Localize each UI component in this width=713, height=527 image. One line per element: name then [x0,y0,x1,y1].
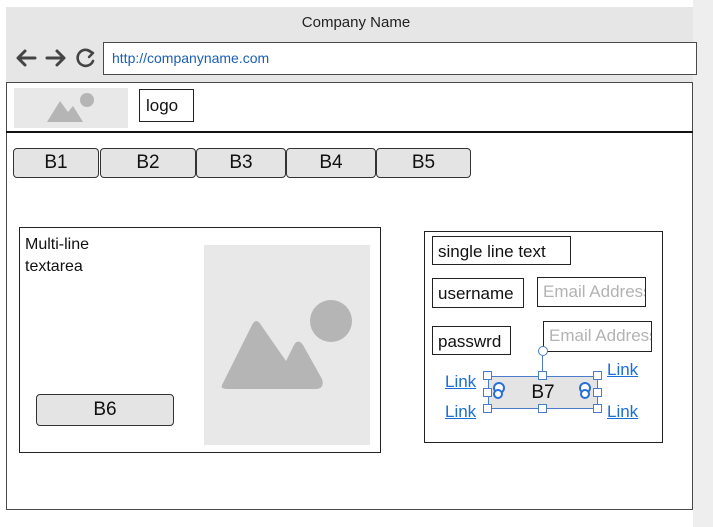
resize-handle-br[interactable] [593,404,602,413]
arrow-left-icon [16,49,37,67]
reload-icon [76,48,95,68]
tab-b1[interactable]: B1 [13,148,99,178]
logo: logo [139,89,194,122]
password-label: passwrd [432,326,511,355]
window-title: Company Name [301,14,411,31]
email-field[interactable]: Email Address [537,277,646,307]
reload-button[interactable] [75,47,97,69]
username-label: username [432,278,524,308]
image-placeholder-icon [221,300,352,389]
resize-handle-tc[interactable] [538,371,547,380]
connector-point-left-lower[interactable] [493,389,503,399]
tab-b3[interactable]: B3 [196,148,286,178]
tab-b4[interactable]: B4 [286,148,376,178]
content-image [204,245,370,445]
back-button[interactable] [14,46,38,70]
tab-b2[interactable]: B2 [100,148,196,178]
header-image [14,88,128,128]
resize-handle-ml[interactable] [483,388,492,397]
link-bottom-right[interactable]: Link [607,402,638,422]
url-bar[interactable]: http://companyname.com [103,42,697,75]
resize-handle-mr[interactable] [593,388,602,397]
image-placeholder-icon [47,93,94,122]
link-bottom-left[interactable]: Link [445,402,476,422]
forward-button[interactable] [44,46,68,70]
connector-point-right-lower[interactable] [580,389,590,399]
link-top-right[interactable]: Link [607,360,638,380]
resize-handle-bc[interactable] [538,404,547,413]
textarea-line-2: textarea [25,258,83,275]
arrow-right-icon [45,49,66,67]
b6-button[interactable]: B6 [36,394,174,426]
rotate-handle[interactable] [538,346,548,356]
textarea-line-1: Multi-line [25,236,90,253]
header-divider [6,131,693,133]
resize-handle-tl[interactable] [483,371,492,380]
scrollbar[interactable] [693,0,713,527]
link-top-left[interactable]: Link [445,372,476,392]
tab-b5[interactable]: B5 [376,148,471,178]
password-field[interactable]: Email Address [543,321,652,352]
textarea-text: Multi-line textarea [25,234,185,278]
single-line-text-field[interactable]: single line text [432,236,571,265]
resize-handle-tr[interactable] [593,371,602,380]
resize-handle-bl[interactable] [483,404,492,413]
